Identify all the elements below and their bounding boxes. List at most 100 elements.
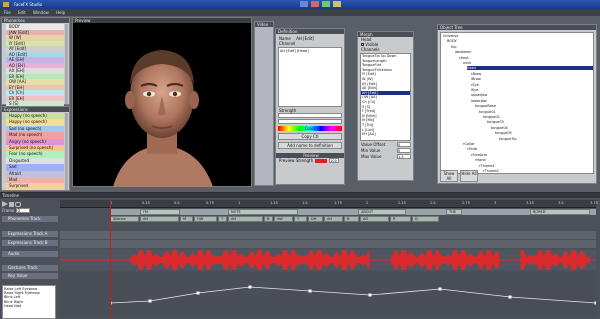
phoneme-segment[interactable]: AH	[140, 216, 179, 222]
phoneme-segment[interactable]: OW	[194, 216, 217, 222]
tree-node[interactable]: tongueBase	[475, 104, 496, 108]
hide-all-button[interactable]: Hide All	[460, 170, 478, 182]
menu-file[interactable]: File	[4, 10, 11, 15]
tree-node[interactable]: chest	[459, 56, 469, 60]
phoneme-segment[interactable]: T	[294, 216, 307, 222]
tree-node[interactable]: tongue03	[487, 120, 504, 124]
word-segment[interactable]: NOTE	[228, 209, 298, 215]
tree-node[interactable]: tongue05	[495, 131, 512, 135]
preview-strength-value[interactable]: 100	[329, 158, 340, 163]
gesture-curve[interactable]	[110, 273, 596, 317]
phoneme-segment[interactable]: B	[344, 216, 359, 222]
expression-track-b-lane[interactable]	[60, 240, 596, 248]
preview-strength-slider[interactable]	[315, 158, 328, 163]
channel-list-item[interactable]: AH [Edit] [Head]	[280, 49, 340, 53]
curve-key[interactable]	[368, 293, 372, 297]
frame-input[interactable]: 0	[16, 208, 31, 213]
track-label[interactable]: Phonemes Track	[2, 216, 58, 222]
word-segment[interactable]: BORED	[530, 209, 590, 215]
tree-node[interactable]: upperJaw	[471, 93, 487, 97]
curve-key[interactable]	[196, 291, 200, 295]
curve-key[interactable]	[594, 301, 597, 305]
phoneme-segment[interactable]: D	[412, 216, 439, 222]
phoneme-segment[interactable]: B	[264, 216, 273, 222]
tree-node[interactable]: rThumb1	[479, 164, 495, 168]
tree-node[interactable]: rForeArm	[471, 153, 487, 157]
curve-key[interactable]	[438, 287, 442, 291]
tree-node[interactable]: rHand	[475, 158, 486, 162]
phoneme-segment[interactable]: AW	[274, 216, 293, 222]
value-offset-input[interactable]: 0	[397, 142, 411, 147]
strength-input-2[interactable]	[278, 119, 342, 124]
tray-icon[interactable]	[333, 1, 341, 7]
min-value-input[interactable]: 0	[397, 148, 411, 153]
tree-node[interactable]: lowerJaw	[471, 99, 487, 103]
character-head-render[interactable]	[73, 24, 251, 187]
track-label[interactable]: Key Value	[2, 273, 58, 279]
word-segment[interactable]: I'M	[140, 209, 180, 215]
loop-icon[interactable]	[15, 201, 21, 207]
stop-icon[interactable]	[9, 201, 14, 207]
play-icon[interactable]	[2, 201, 8, 207]
track-label[interactable]: Expressions Track A	[2, 231, 58, 237]
expression-item[interactable]: Surprised	[6, 183, 64, 190]
expression-track-a-lane[interactable]	[60, 231, 596, 239]
max-value-input[interactable]: 1.5	[397, 154, 411, 159]
track-label[interactable]: Audio	[2, 251, 58, 257]
tree-node[interactable]: rShldr	[467, 147, 478, 151]
audio-waveform[interactable]	[60, 250, 596, 270]
curve-list-item[interactable]: Head Nod	[4, 304, 54, 308]
phoneme-segment[interactable]: Silence	[110, 216, 139, 222]
phoneme-segment[interactable]: DH	[308, 216, 323, 222]
curve-key[interactable]	[148, 299, 152, 303]
tree-node[interactable]: lBrow	[471, 77, 481, 81]
tree-node[interactable]: tongue04	[491, 126, 508, 130]
playhead[interactable]	[110, 200, 111, 318]
word-segment[interactable]: THE	[446, 209, 462, 215]
phoneme-segment[interactable]: M	[180, 216, 193, 222]
phoneme-track[interactable]: Silence AH M OW T AH B AW T DH AH B AO R D	[110, 216, 596, 224]
color-bar[interactable]: Color	[278, 126, 342, 131]
word-segment[interactable]: ABOUT	[358, 209, 406, 215]
menu-help[interactable]: Help	[56, 10, 65, 15]
tree-node[interactable]: tongueTip	[499, 137, 517, 141]
curve-list[interactable]: Raise Left Eyebrow Raise Right Eyebrow Bli…	[2, 285, 56, 319]
menu-window[interactable]: Window	[33, 10, 49, 15]
visible-checkbox[interactable]	[361, 43, 364, 46]
tree-node[interactable]: head	[467, 66, 593, 71]
time-ruler[interactable]: 0 0.25 0.5 0.75 1 1.25 1.5 1.75 2 2.25 2.5 2.75 3 3.2…	[60, 200, 598, 208]
curve-key[interactable]	[508, 295, 512, 299]
tray-icon[interactable]	[322, 1, 330, 7]
tree-node[interactable]: rBrow	[471, 72, 481, 76]
tree-node[interactable]: lEye	[471, 88, 478, 92]
phoneme-segment[interactable]: AH	[324, 216, 343, 222]
copy-button[interactable]: Copy Ctl	[278, 133, 342, 140]
tree-node[interactable]: abdomen	[455, 50, 472, 54]
tree-node[interactable]: Universe	[443, 34, 458, 38]
phoneme-segment[interactable]: T	[218, 216, 227, 222]
phoneme-scrollbar[interactable]	[65, 24, 68, 104]
morph-channel-list[interactable]: TongueTip Up Down TongueLength TongueFlat T…	[360, 53, 411, 141]
tree-node[interactable]: rThumb2	[483, 169, 499, 173]
track-label[interactable]: Gestures Track	[2, 265, 58, 271]
add-to-definition-button[interactable]: Add name to definition	[278, 142, 342, 149]
object-tree[interactable]: Universe BODY hip abdomen chest neck head rBrow…	[440, 32, 594, 174]
phoneme-segment[interactable]: AO	[360, 216, 389, 222]
tree-node[interactable]: neck	[463, 61, 471, 65]
track-label[interactable]: Expressions Track B	[2, 240, 58, 246]
phoneme-segment[interactable]: R	[390, 216, 411, 222]
expression-scrollbar[interactable]	[65, 113, 68, 190]
tray-icon[interactable]	[300, 1, 308, 7]
show-all-button[interactable]: Show All	[440, 170, 458, 182]
channel-list[interactable]: AH [Edit] [Head]	[278, 47, 342, 107]
tree-node[interactable]: tongue02	[483, 115, 500, 119]
curve-key[interactable]	[308, 289, 312, 293]
tree-node[interactable]: rEye	[471, 83, 479, 87]
tree-node[interactable]: rCollar	[463, 142, 475, 146]
menu-edit[interactable]: Edit	[18, 10, 26, 15]
curve-key[interactable]	[248, 285, 252, 289]
phoneme-segment[interactable]: AH	[228, 216, 263, 222]
tray-icon[interactable]	[311, 1, 319, 7]
morph-channel-item[interactable]: EH [AA]	[361, 132, 410, 137]
tree-node[interactable]: BODY	[447, 39, 457, 43]
